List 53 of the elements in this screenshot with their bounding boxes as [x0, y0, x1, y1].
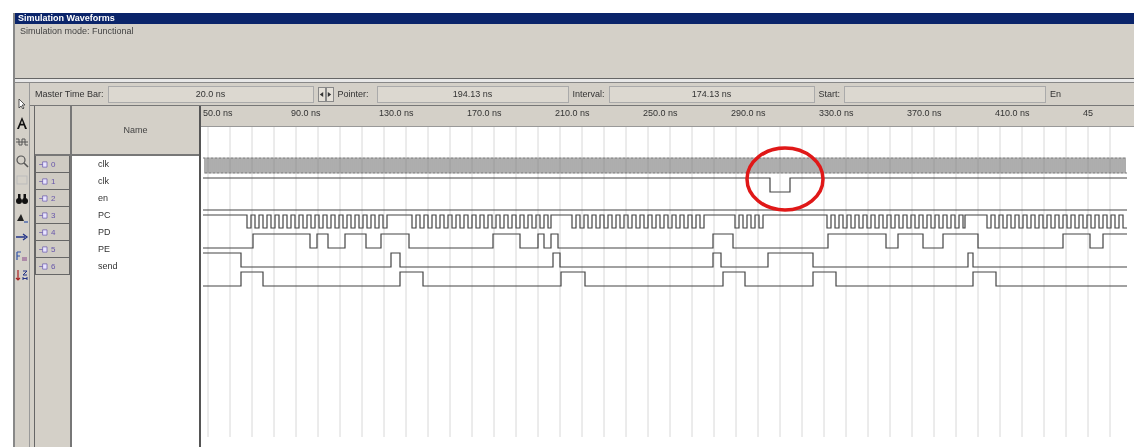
signal-name[interactable]: en — [98, 193, 108, 203]
signal-index: 4 — [51, 227, 56, 237]
pin-icon — [38, 228, 49, 236]
time-tick-label: 45 — [1083, 107, 1094, 120]
signal-name[interactable]: PD — [98, 227, 111, 237]
text-tool-icon[interactable] — [15, 116, 29, 130]
time-tick-label: 370.0 ns — [907, 107, 943, 120]
time-tick-label: 290.0 ns — [731, 107, 767, 120]
time-tick-label: 130.0 ns — [379, 107, 415, 120]
signal-index: 2 — [51, 193, 56, 203]
start-label: Start: — [818, 89, 841, 99]
next-button[interactable] — [325, 86, 334, 102]
time-tick-label: 250.0 ns — [643, 107, 679, 120]
interval-label: Interval: — [572, 89, 605, 99]
time-tick-label: 330.0 ns — [819, 107, 855, 120]
signal-index: 3 — [51, 210, 56, 220]
master-time-bar-label: Master Time Bar: — [35, 89, 104, 99]
previous-button[interactable] — [317, 86, 326, 102]
pointer-field[interactable]: 194.13 ns — [376, 85, 569, 103]
pin-icon — [38, 194, 49, 202]
time-tick-label: 170.0 ns — [467, 107, 503, 120]
signal-index: 0 — [51, 159, 56, 169]
signal-name[interactable]: PE — [98, 244, 110, 254]
mode-text: Simulation mode: Functional — [20, 26, 134, 36]
time-tick-label: 210.0 ns — [555, 107, 591, 120]
name-column-header[interactable]: Name — [72, 106, 199, 156]
pin-icon — [38, 245, 49, 253]
master-time-field[interactable]: 20.0 ns — [107, 85, 314, 103]
pin-icon — [38, 177, 49, 185]
signal-name[interactable]: clk — [98, 159, 109, 169]
right-arrow-icon — [327, 90, 332, 98]
time-tick-label: 50.0 ns — [203, 107, 234, 120]
interval-field[interactable]: 174.13 ns — [608, 85, 815, 103]
start-field[interactable] — [844, 85, 1047, 103]
signal-index: 1 — [51, 176, 56, 186]
sort-icon[interactable] — [15, 268, 29, 282]
signal-name[interactable]: clk — [98, 176, 109, 186]
pointer-label: Pointer: — [337, 89, 369, 99]
time-tick-label: 90.0 ns — [291, 107, 322, 120]
signal-name[interactable]: send — [98, 261, 118, 271]
signal-index: 5 — [51, 244, 56, 254]
pin-icon — [38, 211, 49, 219]
time-tick-label: 410.0 ns — [995, 107, 1031, 120]
pin-icon — [38, 160, 49, 168]
left-arrow-icon — [319, 90, 324, 98]
waveform-edit-icon[interactable] — [15, 135, 29, 149]
zoom-icon[interactable] — [15, 154, 29, 168]
window-title: Simulation Waveforms — [18, 13, 115, 23]
end-label: En — [1050, 89, 1062, 99]
signal-index: 6 — [51, 261, 56, 271]
signal-name[interactable]: PC — [98, 210, 111, 220]
binoculars-icon[interactable] — [15, 192, 29, 206]
pin-icon — [38, 262, 49, 270]
